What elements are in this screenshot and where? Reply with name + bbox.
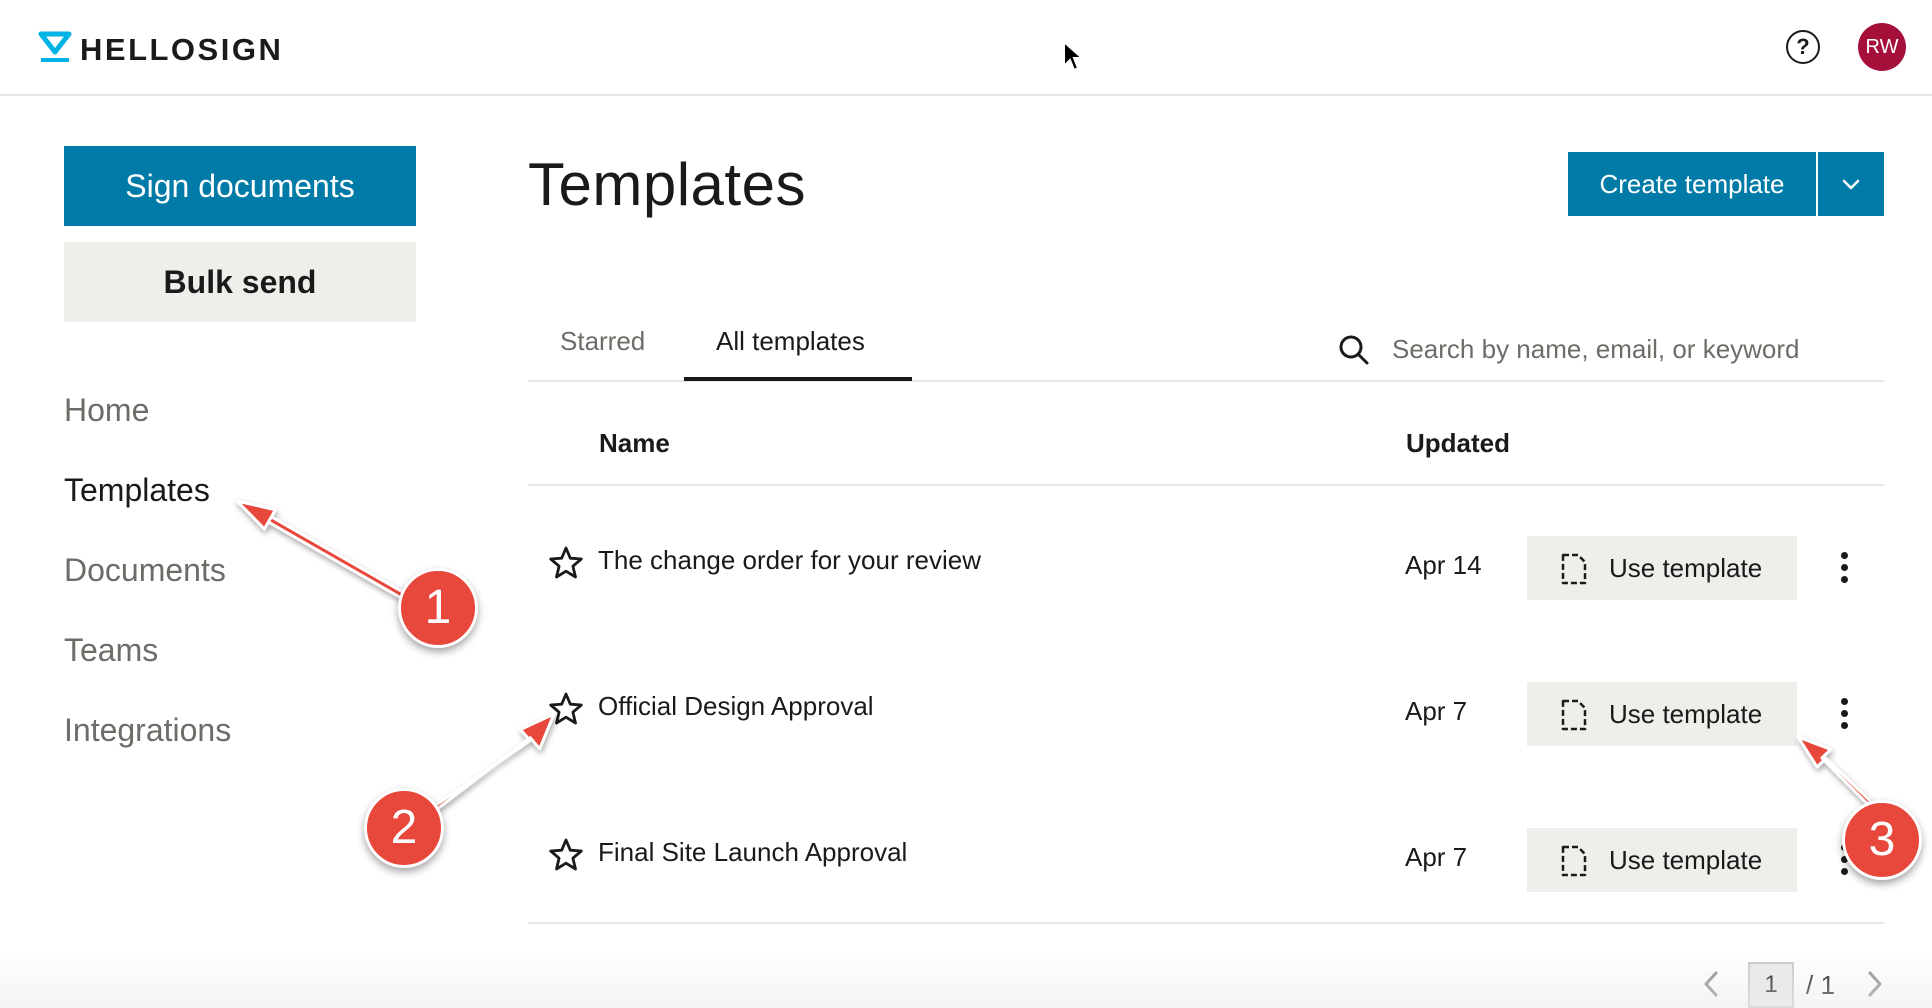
table-row: The change order for your review Apr 14 … bbox=[528, 500, 1884, 630]
page-title: Templates bbox=[528, 151, 806, 218]
use-template-button[interactable]: Use template bbox=[1527, 828, 1797, 892]
page-number-input[interactable]: 1 bbox=[1748, 962, 1794, 1008]
help-icon[interactable]: ? bbox=[1786, 30, 1820, 64]
bulk-send-button[interactable]: Bulk send bbox=[64, 242, 416, 322]
document-icon bbox=[1561, 699, 1587, 731]
star-icon[interactable] bbox=[548, 691, 584, 727]
hellosign-logo-icon bbox=[38, 30, 72, 69]
chevron-right-icon[interactable] bbox=[1862, 970, 1886, 998]
column-header-updated[interactable]: Updated bbox=[1406, 428, 1510, 459]
table-row: Final Site Launch Approval Apr 7 Use tem… bbox=[528, 792, 1884, 922]
brand-logo[interactable]: HELLOSIGN bbox=[38, 30, 283, 69]
header-divider bbox=[528, 484, 1884, 486]
top-header: HELLOSIGN ? RW bbox=[0, 0, 1932, 96]
annotation-badge-1: 1 bbox=[398, 568, 478, 648]
template-name[interactable]: Final Site Launch Approval bbox=[598, 837, 907, 868]
sidebar-item-integrations[interactable]: Integrations bbox=[64, 712, 231, 749]
sidebar-item-templates[interactable]: Templates bbox=[64, 472, 210, 509]
annotation-badge-2: 2 bbox=[364, 788, 444, 868]
star-icon[interactable] bbox=[548, 545, 584, 581]
updated-date: Apr 14 bbox=[1405, 550, 1482, 580]
tab-all-templates[interactable]: All templates bbox=[716, 326, 865, 357]
chevron-left-icon[interactable] bbox=[1700, 970, 1724, 998]
user-avatar[interactable]: RW bbox=[1858, 23, 1906, 71]
search-icon bbox=[1339, 335, 1369, 365]
search-input[interactable] bbox=[1392, 326, 1884, 372]
bottom-fade bbox=[0, 950, 1932, 1008]
sign-documents-button[interactable]: Sign documents bbox=[64, 146, 416, 226]
annotation-badge-3: 3 bbox=[1842, 800, 1922, 880]
use-template-label: Use template bbox=[1609, 699, 1763, 729]
chevron-down-icon bbox=[1842, 179, 1860, 190]
column-header-name[interactable]: Name bbox=[599, 428, 670, 459]
table-row: Official Design Approval Apr 7 Use templ… bbox=[528, 646, 1884, 776]
use-template-button[interactable]: Use template bbox=[1527, 682, 1797, 746]
brand-name: HELLOSIGN bbox=[80, 31, 284, 67]
document-icon bbox=[1561, 553, 1587, 585]
sidebar-item-home[interactable]: Home bbox=[64, 392, 149, 429]
star-icon[interactable] bbox=[548, 837, 584, 873]
updated-date: Apr 7 bbox=[1405, 842, 1468, 872]
page-total: / 1 bbox=[1806, 970, 1835, 1000]
use-template-button[interactable]: Use template bbox=[1527, 536, 1797, 600]
more-vertical-icon[interactable] bbox=[1834, 698, 1854, 738]
use-template-label: Use template bbox=[1609, 553, 1763, 583]
template-name[interactable]: Official Design Approval bbox=[598, 691, 874, 722]
updated-date: Apr 7 bbox=[1405, 696, 1468, 726]
tab-starred[interactable]: Starred bbox=[560, 326, 645, 357]
use-template-label: Use template bbox=[1609, 845, 1763, 875]
document-icon bbox=[1561, 845, 1587, 877]
create-template-menu-button[interactable] bbox=[1818, 152, 1884, 216]
annotation-arrow-1 bbox=[235, 499, 412, 603]
list-divider bbox=[528, 922, 1884, 924]
sidebar-item-teams[interactable]: Teams bbox=[64, 632, 158, 669]
active-tab-indicator bbox=[684, 377, 912, 381]
sidebar-item-documents[interactable]: Documents bbox=[64, 552, 226, 589]
create-template-button[interactable]: Create template bbox=[1568, 152, 1816, 216]
more-vertical-icon[interactable] bbox=[1834, 552, 1854, 592]
cursor-icon bbox=[1063, 40, 1084, 72]
template-name[interactable]: The change order for your review bbox=[598, 545, 981, 576]
